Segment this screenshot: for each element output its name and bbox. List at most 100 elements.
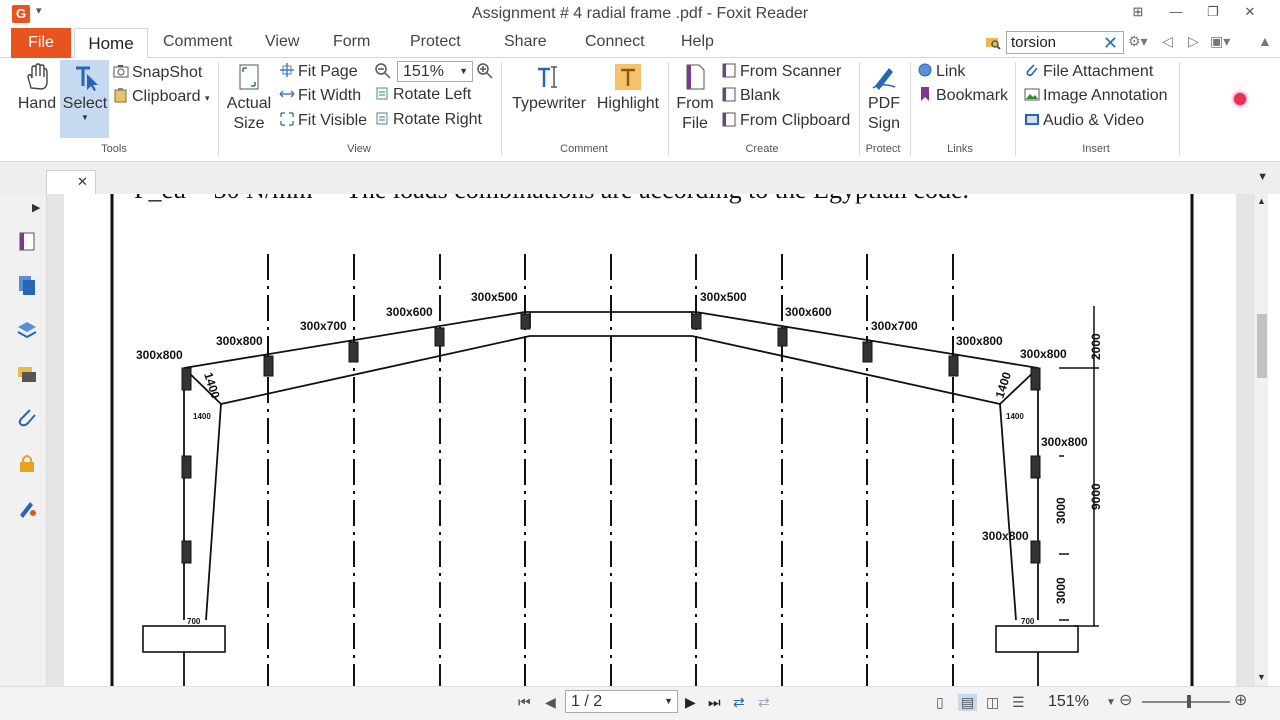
from-clipboard-button[interactable]: From Clipboard: [721, 110, 850, 132]
continuous-page-icon[interactable]: ▤: [958, 694, 978, 711]
select-button[interactable]: Select ▼: [62, 62, 108, 122]
scrollbar-thumb[interactable]: [1257, 314, 1267, 378]
actual-size-button[interactable]: Actual Size: [226, 62, 272, 134]
minimize-button[interactable]: —: [1166, 4, 1186, 19]
image-annotation-button[interactable]: Image Annotation: [1024, 85, 1168, 107]
hand-button[interactable]: Hand: [16, 62, 58, 114]
signatures-icon[interactable]: [16, 497, 38, 519]
status-zoom-out-icon[interactable]: ⊖: [1119, 690, 1132, 710]
blank-button[interactable]: Blank: [721, 85, 780, 107]
file-attachment-button[interactable]: File Attachment: [1024, 61, 1153, 83]
tab-help[interactable]: Help: [681, 33, 714, 51]
snapshot-label: SnapShot: [132, 64, 203, 81]
hand-label: Hand: [17, 95, 57, 112]
select-label: Select: [62, 95, 108, 112]
highlight-button[interactable]: Highlight: [592, 62, 664, 114]
clear-search-icon[interactable]: ✕: [1103, 32, 1118, 54]
previous-view-icon[interactable]: ⇄: [733, 694, 745, 711]
document-tab[interactable]: ✕: [46, 170, 96, 194]
tab-protect[interactable]: Protect: [410, 33, 461, 51]
facing-pages-icon[interactable]: ◫: [986, 694, 999, 711]
from-clipboard-label: From Clipboard: [740, 112, 851, 129]
rotate-left-icon: [376, 87, 388, 100]
typewriter-button[interactable]: Typewriter: [509, 62, 589, 114]
next-page-icon[interactable]: ▶: [685, 694, 696, 711]
user-account-icon[interactable]: ▣▾: [1210, 33, 1230, 50]
fit-width-button[interactable]: Fit Width: [279, 85, 361, 107]
page-dropdown-icon[interactable]: ▼: [664, 691, 673, 712]
page-number-field[interactable]: 1 / 2 ▼: [565, 690, 678, 713]
sign-label: Sign: [867, 115, 901, 132]
zoom-combo[interactable]: 151% ▼: [397, 61, 473, 82]
tab-comment[interactable]: Comment: [163, 33, 232, 51]
fit-width-icon: [279, 90, 295, 98]
last-page-icon[interactable]: ⏭: [708, 694, 721, 711]
scroll-down-icon[interactable]: ▼: [1257, 672, 1266, 682]
next-view-icon[interactable]: ⇄: [758, 694, 770, 711]
tab-share[interactable]: Share: [504, 33, 547, 51]
column-lower-label: 300x800: [982, 529, 1029, 543]
restore-button[interactable]: ❐: [1203, 4, 1223, 20]
zoom-dropdown-icon[interactable]: ▼: [459, 62, 468, 81]
security-lock-icon[interactable]: [16, 452, 38, 474]
pdf-sign-button[interactable]: PDF Sign: [864, 62, 904, 134]
zoom-slider[interactable]: [1142, 695, 1230, 708]
ribbon: Hand Select ▼ SnapShot Clipboard ▾ Tools…: [0, 58, 1280, 162]
search-field[interactable]: ✕: [1006, 31, 1124, 54]
status-zoom-in-icon[interactable]: ⊕: [1234, 690, 1247, 710]
fit-page-button[interactable]: Fit Page: [279, 61, 358, 83]
scroll-up-icon[interactable]: ▲: [1257, 196, 1266, 206]
previous-page-icon[interactable]: ◀: [545, 694, 556, 711]
ribbon-options-icon[interactable]: ⊞: [1128, 4, 1148, 20]
from-scanner-label: From Scanner: [740, 63, 842, 80]
clipboard-dropdown-icon[interactable]: ▾: [205, 93, 210, 103]
pages-icon[interactable]: [16, 274, 38, 296]
next-result-icon[interactable]: ▷: [1188, 33, 1199, 50]
zoom-out-icon[interactable]: [375, 63, 391, 79]
tab-file[interactable]: File: [11, 28, 71, 58]
close-window-button[interactable]: ✕: [1240, 4, 1260, 20]
search-input[interactable]: [1011, 34, 1103, 51]
select-dropdown-icon[interactable]: ▼: [62, 114, 108, 122]
tab-form[interactable]: Form: [333, 33, 370, 51]
document-viewport[interactable]: F_cu = 30 N/mm² – The loads combinations…: [47, 194, 1255, 686]
vertical-scrollbar[interactable]: ▲ ▼: [1255, 194, 1268, 686]
rotate-right-button[interactable]: Rotate Right: [374, 109, 482, 131]
zoom-slider-knob[interactable]: [1187, 695, 1191, 708]
previous-result-icon[interactable]: ◁: [1162, 33, 1173, 50]
page-thumbnails-icon[interactable]: [16, 230, 38, 252]
comments-icon[interactable]: [16, 364, 38, 386]
rotate-right-icon: [376, 112, 388, 125]
audio-video-button[interactable]: Audio & Video: [1024, 110, 1144, 132]
clipboard-button[interactable]: Clipboard ▾: [113, 86, 209, 108]
attachments-icon[interactable]: [16, 407, 38, 429]
rotate-left-button[interactable]: Rotate Left: [374, 84, 471, 106]
group-label-links: Links: [947, 143, 973, 155]
column-upper-label: 300x800: [1041, 435, 1088, 449]
collapse-ribbon-icon[interactable]: ▲: [1258, 33, 1272, 49]
status-zoom-dropdown-icon[interactable]: ▼: [1106, 697, 1116, 708]
from-file-button[interactable]: From File: [674, 62, 716, 134]
search-folder-icon[interactable]: [985, 34, 1001, 50]
tab-view[interactable]: View: [265, 33, 299, 51]
close-tab-icon[interactable]: ✕: [77, 174, 88, 190]
link-button[interactable]: Link: [917, 61, 965, 83]
from-scanner-button[interactable]: From Scanner: [721, 61, 841, 83]
navigation-panel: ▶: [0, 194, 47, 686]
first-page-icon[interactable]: ⏮: [518, 694, 531, 711]
menu-bar: File Home Comment View Form Protect Shar…: [0, 28, 1280, 59]
continuous-facing-icon[interactable]: ☰: [1012, 694, 1025, 711]
tab-connect[interactable]: Connect: [585, 33, 645, 51]
haunch-right-label: 1400: [993, 370, 1015, 400]
layers-icon[interactable]: [16, 319, 38, 341]
zoom-in-icon[interactable]: [477, 63, 493, 79]
snapshot-button[interactable]: SnapShot: [113, 62, 202, 84]
settings-gear-icon[interactable]: ⚙▾: [1128, 33, 1148, 50]
actual-size-icon: [239, 64, 259, 90]
tab-list-dropdown-icon[interactable]: ▼: [1257, 171, 1268, 183]
bookmark-button[interactable]: Bookmark: [917, 85, 1008, 107]
fit-visible-button[interactable]: Fit Visible: [279, 110, 367, 132]
tab-home[interactable]: Home: [74, 28, 148, 59]
expand-panel-icon[interactable]: ▶: [32, 201, 40, 214]
single-page-icon[interactable]: ▯: [936, 694, 944, 711]
